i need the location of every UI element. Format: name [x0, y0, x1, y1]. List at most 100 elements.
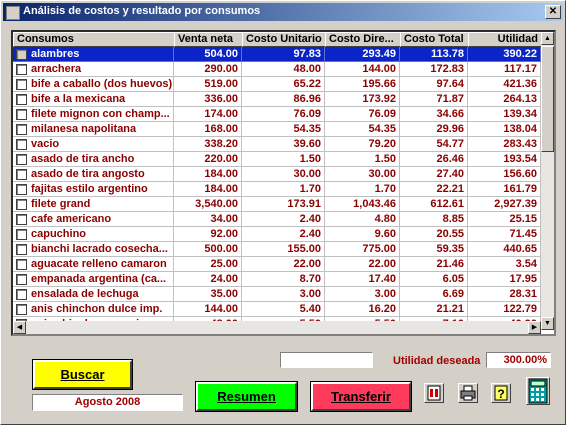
cell-costo-directo: 1.70 — [325, 182, 400, 197]
col-utilidad[interactable]: Utilidad — [468, 32, 542, 47]
row-checkbox[interactable] — [16, 139, 27, 150]
cell-costo-directo: 4.80 — [325, 212, 400, 227]
cell-consumo: filete grand — [13, 197, 174, 212]
cell-consumo: asado de tira angosto — [13, 167, 174, 182]
cell-costo-total: 59.35 — [400, 242, 468, 257]
cell-text: 21.46 — [436, 258, 464, 270]
col-costo-unitario[interactable]: Costo Unitario — [242, 32, 326, 47]
row-checkbox[interactable] — [16, 64, 27, 75]
row-checkbox[interactable] — [16, 169, 27, 180]
scroll-left-icon[interactable]: ◀ — [13, 321, 26, 334]
table-row[interactable]: fajitas estilo argentino 184.00 1.70 1.70 22… — [13, 182, 541, 197]
table-row[interactable]: alambres 504.00 97.83 293.49 113.78 390.22 — [13, 47, 541, 62]
printer-report-icon[interactable] — [424, 383, 444, 403]
cell-venta-neta: 184.00 — [174, 182, 242, 197]
table-row[interactable]: capuchino 92.00 2.40 9.60 20.55 71.45 — [13, 227, 541, 242]
cell-venta-neta: 144.00 — [174, 302, 242, 317]
cell-text: 20.55 — [436, 228, 464, 240]
cell-text: filete mignon con champ... — [31, 108, 170, 120]
table-row[interactable]: arrachera 290.00 48.00 144.00 172.83 117.17 — [13, 62, 541, 77]
cell-text: 71.87 — [436, 93, 464, 105]
table-row[interactable]: bianchi lacrado cosecha... 500.00 155.00 77… — [13, 242, 541, 257]
table-row[interactable]: bife a la mexicana 336.00 86.96 173.92 71.87… — [13, 92, 541, 107]
consumption-table[interactable]: Consumos Venta neta Costo Unitario Costo… — [11, 30, 556, 336]
table-row[interactable]: ensalada de lechuga 35.00 3.00 3.00 6.69 28.3… — [13, 287, 541, 302]
table-row[interactable]: bife a caballo (dos huevos) 519.00 65.22 19… — [13, 77, 541, 92]
cell-text: 27.40 — [436, 168, 464, 180]
col-costo-total[interactable]: Costo Total — [400, 32, 469, 47]
cell-text: cafe americano — [31, 213, 112, 225]
table-row[interactable]: anis chinchon dulce imp. 144.00 5.40 16.20 2… — [13, 302, 541, 317]
cell-utilidad: 421.36 — [468, 77, 541, 92]
summary-button[interactable]: Resumen — [195, 381, 298, 412]
table-row[interactable]: vacio 338.20 39.60 79.20 54.77 283.43 — [13, 137, 541, 152]
row-checkbox[interactable] — [16, 199, 27, 210]
cell-text: ensalada de lechuga — [31, 288, 139, 300]
summary-button-label: Resumen — [217, 389, 276, 404]
cell-text: aguacate relleno camaron — [31, 258, 167, 270]
utility-input[interactable]: 300.00% — [486, 352, 551, 368]
cell-text: 173.92 — [362, 93, 396, 105]
row-checkbox[interactable] — [16, 244, 27, 255]
table-row[interactable]: cafe americano 34.00 2.40 4.80 8.85 25.15 — [13, 212, 541, 227]
cell-costo-total: 172.83 — [400, 62, 468, 77]
period-field[interactable]: Agosto 2008 — [32, 394, 183, 411]
row-checkbox[interactable] — [16, 49, 27, 60]
row-checkbox[interactable] — [16, 94, 27, 105]
printer-icon[interactable] — [458, 383, 478, 403]
row-checkbox[interactable] — [16, 124, 27, 135]
vertical-scrollbar[interactable]: ▲ ▼ — [541, 32, 554, 330]
row-checkbox[interactable] — [16, 259, 27, 270]
scroll-thumb[interactable] — [541, 46, 554, 152]
cell-costo-unitario: 39.60 — [242, 137, 325, 152]
col-consumos[interactable]: Consumos — [13, 32, 175, 47]
row-checkbox[interactable] — [16, 304, 27, 315]
cell-text: 92.00 — [210, 228, 238, 240]
table-row[interactable]: filete mignon con champ... 174.00 76.09 76.… — [13, 107, 541, 122]
scroll-right-icon[interactable]: ▶ — [528, 321, 541, 334]
cell-utilidad: 161.79 — [468, 182, 541, 197]
calculator-icon[interactable] — [526, 377, 550, 405]
cell-costo-unitario: 2.40 — [242, 212, 325, 227]
row-checkbox[interactable] — [16, 289, 27, 300]
table-row[interactable]: asado de tira ancho 220.00 1.50 1.50 26.46 19… — [13, 152, 541, 167]
row-checkbox[interactable] — [16, 109, 27, 120]
row-checkbox[interactable] — [16, 274, 27, 285]
row-checkbox[interactable] — [16, 214, 27, 225]
cell-venta-neta: 35.00 — [174, 287, 242, 302]
cell-text: 17.95 — [509, 273, 537, 285]
cell-text: 25.15 — [509, 213, 537, 225]
help-icon[interactable]: ? — [491, 383, 511, 403]
scroll-down-icon[interactable]: ▼ — [541, 317, 554, 330]
horizontal-scrollbar[interactable]: ◀ ▶ — [13, 321, 541, 334]
table-row[interactable]: asado de tira angosto 184.00 30.00 30.00 27.… — [13, 167, 541, 182]
cell-text: 156.60 — [503, 168, 537, 180]
col-venta-neta[interactable]: Venta neta — [174, 32, 243, 47]
transfer-button[interactable]: Transferir — [310, 381, 412, 412]
table-row[interactable]: empanada argentina (ca... 24.00 8.70 17.40 6… — [13, 272, 541, 287]
cell-costo-unitario: 1.70 — [242, 182, 325, 197]
row-checkbox[interactable] — [16, 79, 27, 90]
row-checkbox[interactable] — [16, 184, 27, 195]
cell-text: 3,540.00 — [195, 198, 238, 210]
table-header: Consumos Venta neta Costo Unitario Costo… — [13, 32, 542, 47]
row-checkbox[interactable] — [16, 154, 27, 165]
table-row[interactable]: aguacate relleno camaron 25.00 22.00 22.00 2… — [13, 257, 541, 272]
cell-text: empanada argentina (ca... — [31, 273, 167, 285]
cell-venta-neta: 168.00 — [174, 122, 242, 137]
scroll-up-icon[interactable]: ▲ — [541, 32, 554, 45]
row-checkbox[interactable] — [16, 229, 27, 240]
search-button[interactable]: Buscar — [32, 359, 133, 390]
cell-text: 65.22 — [293, 78, 321, 90]
col-costo-directo[interactable]: Costo Dire... — [325, 32, 401, 47]
table-row[interactable]: milanesa napolitana 168.00 54.35 54.35 29.96… — [13, 122, 541, 137]
close-icon[interactable]: ✕ — [545, 5, 561, 19]
cell-text: 122.79 — [503, 303, 537, 315]
utility-label: Utilidad deseada — [393, 355, 481, 367]
blank-field[interactable] — [280, 352, 373, 368]
cell-text: 1.70 — [374, 183, 396, 195]
cell-venta-neta: 500.00 — [174, 242, 242, 257]
cell-text: 500.00 — [204, 243, 238, 255]
cell-costo-total: 20.55 — [400, 227, 468, 242]
table-row[interactable]: filete grand 3,540.00 173.91 1,043.46 612.61… — [13, 197, 541, 212]
